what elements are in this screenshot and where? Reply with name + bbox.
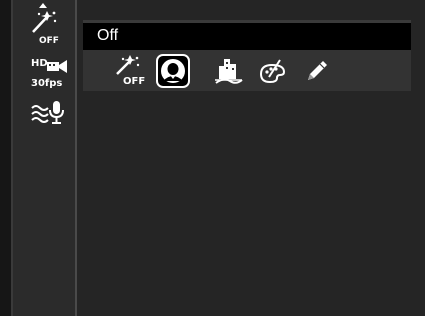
- setting-value: Off: [97, 27, 119, 44]
- portrait-icon: [161, 58, 185, 83]
- option-off-caption: OFF: [123, 76, 146, 87]
- left-edge: [0, 0, 13, 316]
- sidebar-item-effect[interactable]: OFF: [13, 0, 75, 54]
- setting-bar: Off: [83, 20, 411, 50]
- sidebar-item-audio[interactable]: [13, 98, 75, 128]
- wind-noise-mic-icon: [31, 101, 64, 124]
- option-city-landscape[interactable]: [209, 50, 249, 91]
- sidebar: OFF HD 30fps: [13, 0, 77, 316]
- option-art-palette[interactable]: [253, 50, 293, 91]
- option-portrait[interactable]: [153, 50, 193, 91]
- option-pencil-sketch[interactable]: [297, 50, 337, 91]
- art-palette-icon: [259, 58, 286, 83]
- city-landscape-icon: [215, 58, 243, 84]
- pencil-sketch-icon: [308, 60, 327, 80]
- fps-caption: 30fps: [31, 78, 63, 89]
- camera-menu-screen: OFF HD 30fps Off OFF: [0, 0, 425, 316]
- option-effect-off[interactable]: OFF: [109, 50, 149, 91]
- hd-badge: HD: [31, 58, 48, 69]
- effect-caption: OFF: [39, 36, 59, 46]
- hd-video-icon: [47, 60, 67, 73]
- sidebar-item-video-quality[interactable]: HD 30fps: [13, 56, 75, 94]
- options-strip: OFF: [83, 50, 411, 91]
